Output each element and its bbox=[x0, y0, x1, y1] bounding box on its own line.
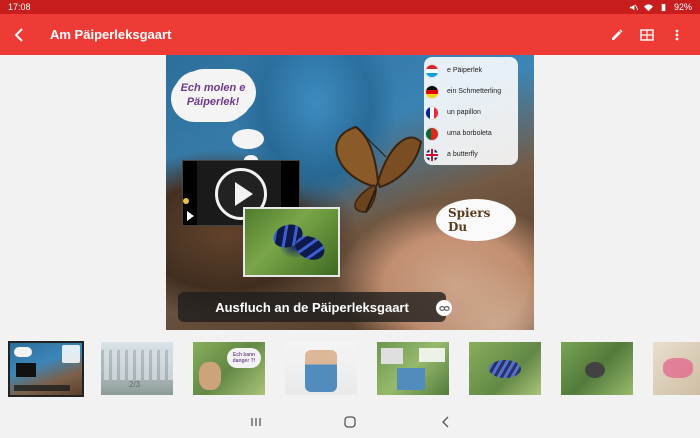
story-slide[interactable]: Ech molen e Päiperlek! e Päiperlek ein S… bbox=[166, 55, 534, 330]
home-icon bbox=[344, 416, 356, 428]
app-bar: Am Päiperleksgaart bbox=[0, 14, 700, 55]
translation-label: a butterfly bbox=[447, 151, 478, 158]
toolbar-actions bbox=[602, 14, 692, 55]
flag-france-icon bbox=[425, 105, 439, 120]
speech-bubble-line-1: Spiers bbox=[448, 206, 491, 220]
battery-percent: 92% bbox=[673, 2, 692, 12]
status-time: 17:08 bbox=[8, 2, 31, 12]
home-button[interactable] bbox=[342, 414, 358, 430]
translation-row-gb: a butterfly bbox=[424, 144, 518, 165]
butterfly-photo[interactable] bbox=[243, 207, 340, 277]
translation-row-fr: un papillon bbox=[424, 102, 518, 123]
slide-caption: Ausfluch an de Päiperleksgaart bbox=[178, 292, 446, 322]
recent-apps-button[interactable] bbox=[248, 414, 264, 430]
translation-row-lu: e Päiperlek bbox=[424, 60, 518, 81]
recent-apps-icon bbox=[251, 418, 261, 426]
slide-thumbnail-7[interactable] bbox=[561, 342, 633, 395]
thought-bubble-text: Ech molen e Päiperlek! bbox=[180, 82, 246, 108]
slide-thumbnail-strip[interactable]: 2/3 Ech kann danger ?! bbox=[0, 338, 700, 402]
system-navigation-bar bbox=[0, 406, 700, 438]
thought-bubble-puff bbox=[232, 129, 264, 149]
translation-label: uma borboleta bbox=[447, 130, 492, 137]
slide-thumbnail-2[interactable]: 2/3 bbox=[101, 342, 173, 395]
more-options-button[interactable] bbox=[662, 14, 692, 55]
translation-label: e Päiperlek bbox=[447, 67, 483, 74]
more-vertical-icon bbox=[675, 29, 679, 40]
flag-germany-icon bbox=[425, 84, 439, 99]
flag-uk-icon bbox=[425, 147, 439, 162]
thumbnail-bubble-text: Ech kann danger ?! bbox=[232, 352, 256, 364]
translation-panel: e Päiperlek ein Schmetterling un papillo… bbox=[424, 57, 518, 165]
slide-thumbnail-3[interactable]: Ech kann danger ?! bbox=[193, 342, 265, 395]
battery-icon bbox=[661, 3, 666, 11]
status-icons: 92% bbox=[629, 2, 692, 12]
translation-label: ein Schmetterling bbox=[447, 88, 502, 95]
small-play-icon[interactable] bbox=[187, 211, 194, 221]
translation-row-de: ein Schmetterling bbox=[424, 81, 518, 102]
back-button[interactable] bbox=[2, 14, 38, 55]
slide-thumbnail-6[interactable] bbox=[469, 342, 541, 395]
link-button[interactable] bbox=[436, 300, 452, 316]
thought-bubble: Ech molen e Päiperlek! bbox=[174, 71, 252, 119]
butterfly-illustration bbox=[335, 125, 423, 213]
speech-bubble: Spiers Du bbox=[436, 199, 516, 241]
play-triangle-icon bbox=[235, 182, 253, 206]
slide-thumbnail-1[interactable] bbox=[8, 341, 84, 397]
page-title: Am Päiperleksgaart bbox=[50, 27, 172, 42]
translation-row-pt: uma borboleta bbox=[424, 123, 518, 144]
layout-grid-icon bbox=[640, 28, 654, 41]
chevron-left-icon bbox=[14, 27, 23, 42]
back-nav-button[interactable] bbox=[438, 414, 454, 430]
slide-thumbnail-4[interactable] bbox=[285, 342, 357, 395]
speech-bubble-line-2: Du bbox=[448, 220, 468, 234]
flag-portugal-icon bbox=[425, 126, 439, 141]
layout-button[interactable] bbox=[632, 14, 662, 55]
slide-thumbnail-5[interactable] bbox=[377, 342, 449, 395]
thumbnail-page-indicator: 2/3 bbox=[129, 380, 141, 389]
translation-label: un papillon bbox=[447, 109, 481, 116]
status-bar: 17:08 92% bbox=[0, 0, 700, 14]
flag-luxembourg-icon bbox=[425, 63, 439, 78]
audio-marker-dot[interactable] bbox=[183, 198, 189, 204]
wifi-icon bbox=[643, 3, 653, 11]
back-nav-icon bbox=[442, 416, 449, 428]
edit-button[interactable] bbox=[602, 14, 632, 55]
mute-icon bbox=[629, 4, 638, 10]
pencil-icon bbox=[612, 28, 623, 40]
link-icon bbox=[438, 305, 450, 311]
slide-thumbnail-8[interactable] bbox=[653, 342, 700, 395]
